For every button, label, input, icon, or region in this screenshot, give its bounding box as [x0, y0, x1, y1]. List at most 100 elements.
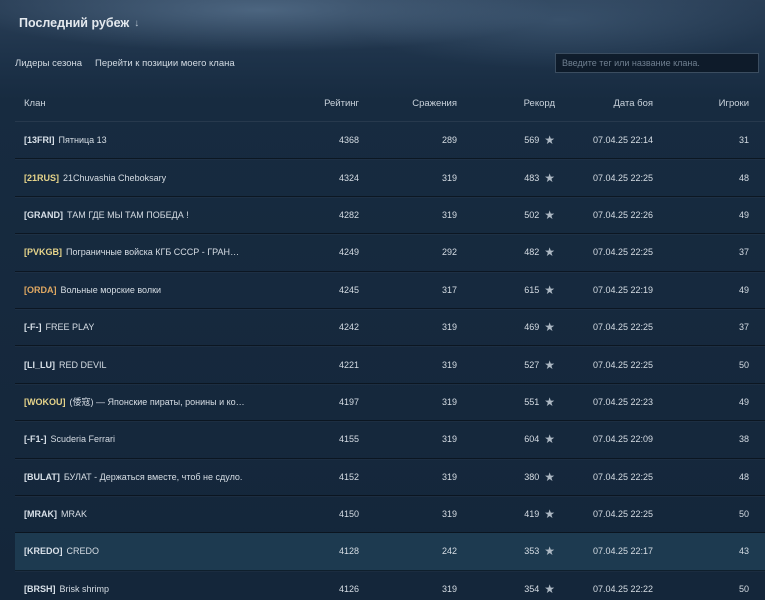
- clan-tag[interactable]: [-F1-]: [24, 434, 47, 444]
- star-icon: ★: [544, 507, 555, 522]
- clan-name[interactable]: Пятница 13: [59, 135, 107, 145]
- column-header-date[interactable]: Дата боя: [555, 98, 653, 109]
- record-value: 569: [524, 135, 540, 146]
- clan-tag[interactable]: [ORDA]: [24, 285, 57, 295]
- table-row[interactable]: [13FRI] Пятница 13 4368 289 569 ★ 07.04.25 22:…: [15, 122, 765, 160]
- record-value: 469: [524, 322, 540, 333]
- table-row[interactable]: [BULAT] БУЛАТ - Держаться вместе, чтоб не…: [15, 459, 765, 496]
- table-row[interactable]: [BRSH] Brisk shrimp 4126 319 354 ★ 07.04.25 22…: [15, 571, 765, 600]
- table-row[interactable]: [PVKGB] Пограничные войска КГБ СССР - ГРА…: [15, 234, 765, 272]
- clan-search-input[interactable]: [555, 53, 759, 73]
- players-cell: 49: [738, 396, 749, 407]
- date-cell: 07.04.25 22:25: [592, 359, 653, 370]
- clan-tag[interactable]: [KREDO]: [24, 546, 63, 556]
- table-row[interactable]: [21RUS] 21Chuvashia Cheboksary 4324 319 483 ★…: [15, 159, 765, 197]
- clan-name[interactable]: Вольные морские волки: [61, 285, 162, 295]
- record-value: 502: [524, 209, 540, 220]
- clan-tag[interactable]: [WOKOU]: [24, 397, 66, 407]
- record-value: 482: [524, 247, 540, 258]
- players-cell: 43: [738, 546, 749, 557]
- star-icon: ★: [544, 469, 555, 484]
- date-cell: 07.04.25 22:19: [592, 284, 653, 295]
- column-header-battles[interactable]: Сражения: [359, 98, 457, 109]
- star-icon: ★: [544, 357, 555, 372]
- star-icon: ★: [544, 544, 555, 559]
- clan-tag[interactable]: [13FRI]: [24, 135, 55, 145]
- players-cell: 49: [738, 209, 749, 220]
- clan-tag[interactable]: [LI_LU]: [24, 360, 55, 370]
- record-value: 419: [524, 509, 540, 520]
- rating-cell: 4152: [338, 471, 359, 482]
- table-row[interactable]: [-F1-] Scuderia Ferrari 4155 319 604 ★ 07.04.2…: [15, 421, 765, 459]
- battles-cell: 319: [441, 583, 457, 594]
- table-row[interactable]: [-F-] FREE PLAY 4242 319 469 ★ 07.04.25 22:25 3…: [15, 309, 765, 347]
- column-header-clan[interactable]: Клан: [15, 98, 245, 109]
- clan-name[interactable]: FREE PLAY: [46, 322, 95, 332]
- battles-cell: 319: [441, 209, 457, 220]
- tab-season-leaders[interactable]: Лидеры сезона: [15, 58, 82, 69]
- clan-name[interactable]: Scuderia Ferrari: [51, 434, 116, 444]
- clan-cell: [PVKGB] Пограничные войска КГБ СССР - ГРА…: [15, 247, 245, 257]
- record-value: 483: [524, 172, 540, 183]
- clan-tag[interactable]: [GRAND]: [24, 210, 63, 220]
- clan-cell: [LI_LU] RED DEVIL: [15, 360, 245, 370]
- clan-name[interactable]: RED DEVIL: [59, 360, 107, 370]
- clan-tag[interactable]: [21RUS]: [24, 173, 59, 183]
- tab-my-clan-position[interactable]: Перейти к позиции моего клана: [95, 58, 235, 69]
- rating-cell: 4242: [338, 322, 359, 333]
- clan-name[interactable]: CREDO: [67, 546, 100, 556]
- battles-cell: 319: [441, 359, 457, 370]
- battles-cell: 319: [441, 172, 457, 183]
- clan-cell: [BULAT] БУЛАТ - Держаться вместе, чтоб не…: [15, 472, 245, 482]
- table-row[interactable]: [ORDA] Вольные морские волки 4245 317 615 ★ 07…: [15, 272, 765, 309]
- clan-name[interactable]: MRAK: [61, 509, 87, 519]
- rating-cell: 4150: [338, 509, 359, 520]
- record-cell: 469 ★: [457, 321, 555, 333]
- rating-cell: 4282: [338, 209, 359, 220]
- clan-name[interactable]: 21Chuvashia Cheboksary: [63, 173, 166, 183]
- record-cell: 527 ★: [457, 359, 555, 371]
- record-cell: 604 ★: [457, 433, 555, 445]
- rating-cell: 4197: [338, 396, 359, 407]
- column-header-players[interactable]: Игроки: [653, 98, 749, 109]
- players-cell: 37: [738, 322, 749, 333]
- record-cell: 483 ★: [457, 172, 555, 184]
- clan-cell: [KREDO] CREDO: [15, 546, 245, 556]
- clan-tag[interactable]: [-F-]: [24, 322, 42, 332]
- season-selector[interactable]: Последний рубеж ↓: [19, 14, 139, 32]
- clan-cell: [GRAND] ТАМ ГДЕ МЫ ТАМ ПОБЕДА !: [15, 210, 245, 220]
- clan-name[interactable]: (倭寇) — Японские пираты, ронины и контраб…: [70, 395, 246, 408]
- clan-name[interactable]: Пограничные войска КГБ СССР - ГРАНИЦА НА…: [66, 247, 245, 257]
- star-icon: ★: [544, 581, 555, 596]
- star-icon: ★: [544, 394, 555, 409]
- table-row[interactable]: [MRAK] MRAK 4150 319 419 ★ 07.04.25 22:25 50: [15, 496, 765, 534]
- table-row[interactable]: [WOKOU] (倭寇) — Японские пираты, ронины и …: [15, 384, 765, 422]
- table-row[interactable]: [KREDO] CREDO 4128 242 353 ★ 07.04.25 22:17 43: [15, 533, 765, 571]
- players-cell: 50: [738, 359, 749, 370]
- clan-tag[interactable]: [MRAK]: [24, 509, 57, 519]
- table-header: Клан Рейтинг Сражения Рекорд Дата боя Иг…: [15, 85, 765, 122]
- clan-name[interactable]: Brisk shrimp: [60, 584, 110, 594]
- table-row[interactable]: [LI_LU] RED DEVIL 4221 319 527 ★ 07.04.25 22:2…: [15, 346, 765, 384]
- record-cell: 502 ★: [457, 209, 555, 221]
- record-value: 353: [524, 546, 540, 557]
- clan-name[interactable]: БУЛАТ - Держаться вместе, чтоб не сдуло.: [64, 472, 243, 482]
- star-icon: ★: [544, 320, 555, 335]
- clan-name[interactable]: ТАМ ГДЕ МЫ ТАМ ПОБЕДА !: [67, 210, 189, 220]
- record-value: 354: [524, 583, 540, 594]
- chevron-down-icon: ↓: [134, 17, 140, 29]
- table-row[interactable]: [GRAND] ТАМ ГДЕ МЫ ТАМ ПОБЕДА ! 4282 319 502…: [15, 197, 765, 235]
- record-value: 380: [524, 471, 540, 482]
- clan-tag[interactable]: [BULAT]: [24, 472, 60, 482]
- battles-cell: 319: [441, 471, 457, 482]
- rating-cell: 4368: [338, 135, 359, 146]
- players-cell: 37: [738, 247, 749, 258]
- battles-cell: 317: [441, 284, 457, 295]
- column-header-record[interactable]: Рекорд: [457, 98, 555, 109]
- table-body: [13FRI] Пятница 13 4368 289 569 ★ 07.04.25 22:…: [15, 122, 765, 600]
- record-cell: 353 ★: [457, 545, 555, 557]
- players-cell: 50: [738, 509, 749, 520]
- clan-tag[interactable]: [BRSH]: [24, 584, 56, 594]
- clan-tag[interactable]: [PVKGB]: [24, 247, 62, 257]
- column-header-rating[interactable]: Рейтинг: [245, 98, 359, 109]
